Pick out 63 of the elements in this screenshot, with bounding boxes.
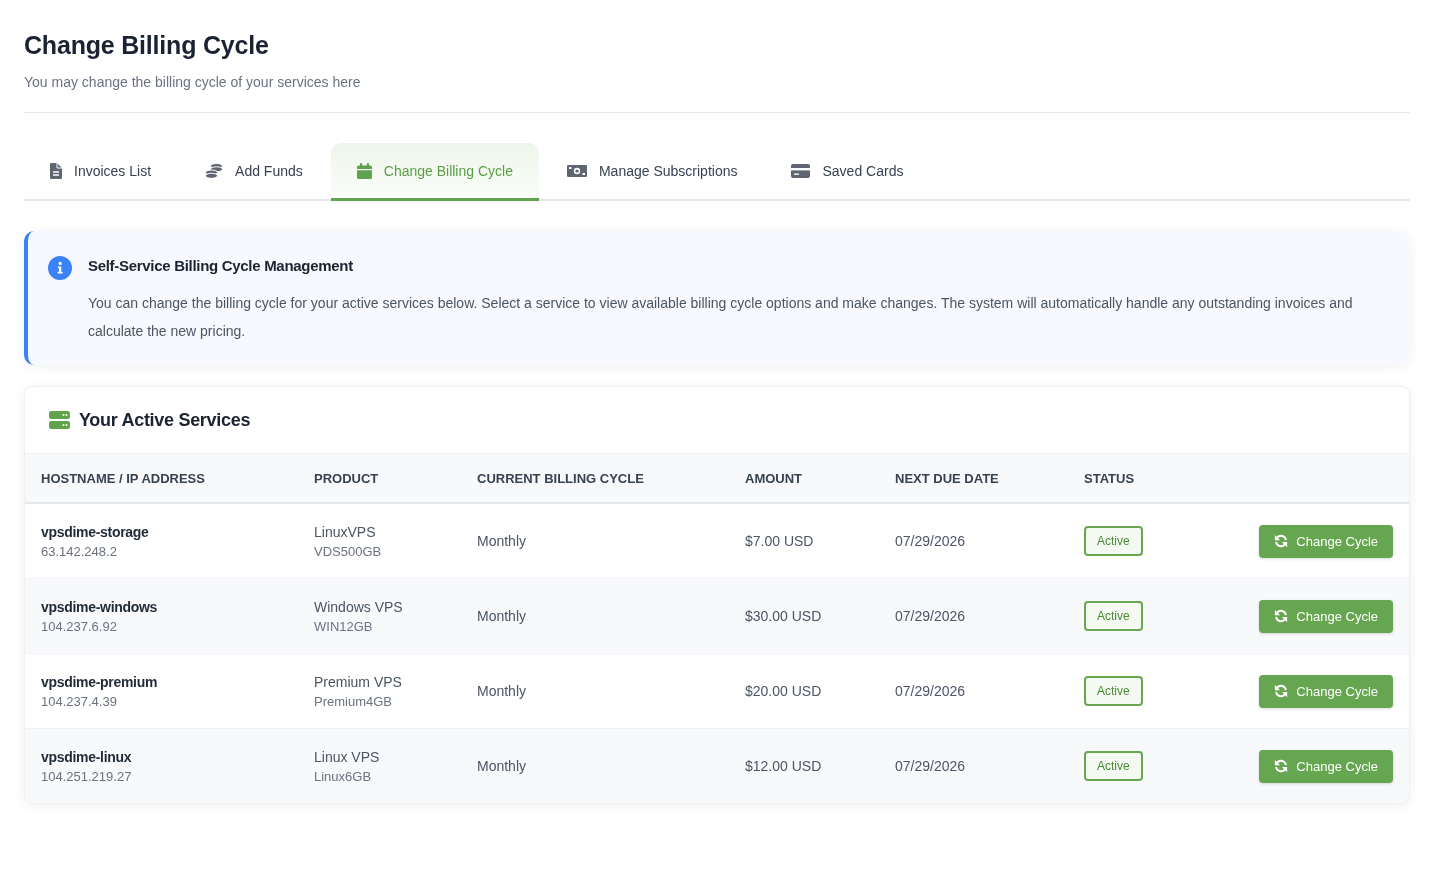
tab[interactable]: Invoices List <box>24 143 178 201</box>
ip-address-text: 104.237.6.92 <box>41 618 118 634</box>
ip-address-text: 63.142.248.2 <box>41 543 118 559</box>
product-name: Premium VPS <box>314 673 403 690</box>
alert-text: You can change the billing cycle for your active services below. Select a service to view available billing cycle options and make changes. The system will automatically handle any outstanding invoices and calculate the new pricing. <box>88 294 1354 341</box>
tab[interactable]: Change Billing Cycle <box>330 143 539 201</box>
card-title: Your Active Services <box>79 409 251 431</box>
sync-icon <box>1274 684 1289 698</box>
sync-icon <box>1274 534 1289 548</box>
change-cycle-button[interactable]: Change Cycle <box>1259 674 1393 708</box>
change-cycle-button[interactable]: Change Cycle <box>1259 524 1393 558</box>
amount-text: $7.00 USD <box>745 533 814 549</box>
column-header: AMOUNT <box>745 470 803 486</box>
coins-icon <box>205 162 224 179</box>
server-icon <box>49 411 70 429</box>
page-title: Change Billing Cycle <box>24 30 270 61</box>
hostname-text: vpsdime-windows <box>41 598 159 615</box>
due-date-text: 07/29/2026 <box>895 758 966 774</box>
amount-text: $30.00 USD <box>745 608 822 624</box>
column-header: NEXT DUE DATE <box>895 470 999 486</box>
due-date-text: 07/29/2026 <box>895 683 966 699</box>
calendar-icon <box>356 162 372 179</box>
tab[interactable]: Manage Subscriptions <box>540 143 764 201</box>
status-badge: Active <box>1084 751 1143 781</box>
plan-name: VDS500GB <box>314 543 383 559</box>
billing-cycle-text: Monthly <box>477 608 527 624</box>
hostname-text: vpsdime-storage <box>41 523 150 540</box>
product-name: LinuxVPS <box>314 523 377 540</box>
info-icon <box>48 256 72 280</box>
column-header: PRODUCT <box>314 470 379 486</box>
product-name: Windows VPS <box>314 598 404 615</box>
billing-cycle-text: Monthly <box>477 533 527 549</box>
amount-text: $12.00 USD <box>745 758 822 774</box>
document-icon <box>50 162 62 179</box>
tab[interactable]: Add Funds <box>179 143 329 201</box>
banknote-icon <box>566 163 587 178</box>
ip-address-text: 104.251.219.27 <box>41 768 133 784</box>
plan-name: Linux6GB <box>314 768 373 784</box>
sync-icon <box>1274 609 1289 623</box>
column-header: STATUS <box>1084 470 1135 486</box>
sync-icon <box>1274 759 1289 773</box>
ip-address-text: 104.237.4.39 <box>41 693 118 709</box>
status-badge: Active <box>1084 601 1143 631</box>
credit-card-icon <box>791 163 811 178</box>
billing-cycle-text: Monthly <box>477 758 527 774</box>
hostname-text: vpsdime-premium <box>41 673 159 690</box>
due-date-text: 07/29/2026 <box>895 608 966 624</box>
billing-cycle-text: Monthly <box>477 683 527 699</box>
product-name: Linux VPS <box>314 748 381 765</box>
hostname-text: vpsdime-linux <box>41 748 133 765</box>
status-badge: Active <box>1084 526 1143 556</box>
column-header: CURRENT BILLING CYCLE <box>477 470 644 486</box>
plan-name: WIN12GB <box>314 618 374 634</box>
alert-title: Self-Service Billing Cycle Management <box>88 256 354 276</box>
change-cycle-button[interactable]: Change Cycle <box>1259 749 1393 783</box>
amount-text: $20.00 USD <box>745 683 822 699</box>
plan-name: Premium4GB <box>314 693 394 709</box>
status-badge: Active <box>1084 676 1143 706</box>
due-date-text: 07/29/2026 <box>895 533 966 549</box>
column-header: HOSTNAME / IP ADDRESS <box>41 470 205 486</box>
page-subtitle: You may change the billing cycle of your services here <box>24 73 362 92</box>
change-cycle-button[interactable]: Change Cycle <box>1259 599 1393 633</box>
tab[interactable]: Saved Cards <box>765 143 930 201</box>
